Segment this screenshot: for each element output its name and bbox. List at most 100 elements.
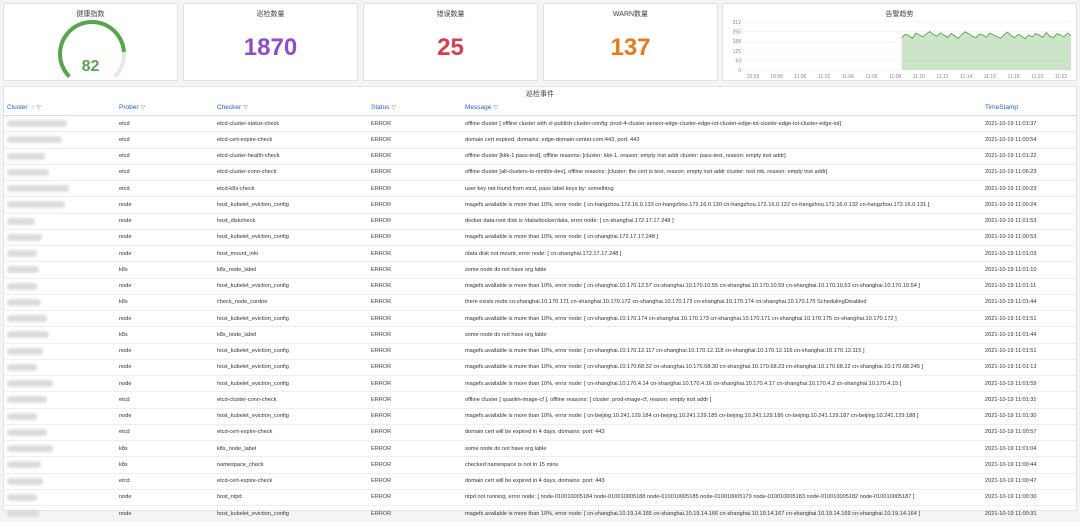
redacted-cluster-name	[7, 396, 47, 404]
table-row[interactable]: node host_kubelet_eviction_config ERROR mag…	[4, 375, 1076, 393]
cluster-cell	[4, 424, 116, 442]
prober-cell: k8s	[116, 326, 214, 344]
message-cell: magefs.available is more than 10%, error…	[462, 196, 982, 214]
table-row[interactable]: node host_kubelet_eviction_config ERROR mag…	[4, 229, 1076, 247]
filter-icon[interactable]: ▽	[36, 105, 41, 111]
cluster-cell	[4, 343, 116, 360]
timestamp-cell: 2021-10-19 11:00:23	[982, 180, 1076, 198]
col-message[interactable]: Message ▽	[462, 99, 982, 116]
message-cell: magefs.available is more than 10%, error…	[462, 278, 982, 295]
checker-cell: k8s_node_label	[214, 261, 368, 279]
timestamp-cell: 2021-10-19 11:06:23	[982, 164, 1076, 182]
checker-cell: host_kubelet_eviction_config	[214, 408, 368, 425]
probe-count-title: 巡检数量	[256, 11, 285, 18]
table-row[interactable]: node host_diskcheck ERROR docker data-root …	[4, 213, 1076, 230]
x-tick-label: 11:14	[960, 74, 972, 80]
table-row[interactable]: etcd etcd-cert-expire-check ERROR domain ce…	[4, 473, 1076, 490]
status-cell: ERROR	[368, 294, 462, 312]
prober-cell: node	[116, 213, 214, 230]
timestamp-cell: 2021-10-19 11:01:53	[982, 213, 1076, 230]
checker-cell: host_kubelet_eviction_config	[214, 359, 368, 377]
table-row[interactable]: node host_kubelet_eviction_config ERROR mag…	[4, 310, 1076, 328]
prober-cell: k8s	[116, 294, 214, 312]
prober-cell: etcd	[116, 391, 214, 409]
y-tick-label: 0	[738, 68, 741, 74]
redacted-cluster-name	[7, 185, 69, 193]
message-cell: /data disk not mount, error node: [ cn-s…	[462, 245, 982, 263]
redacted-cluster-name	[7, 477, 43, 485]
timestamp-cell: 2021-10-19 11:01:13	[982, 359, 1076, 377]
table-row[interactable]: k8s k8s_node_label ERROR some node do not h…	[4, 261, 1076, 279]
sort-asc-icon[interactable]: ↑	[31, 105, 34, 111]
timestamp-cell: 2021-10-19 11:01:04	[982, 440, 1076, 458]
prober-cell: etcd	[116, 115, 214, 133]
redacted-cluster-name	[7, 120, 67, 128]
status-cell: ERROR	[368, 343, 462, 360]
table-row[interactable]: etcd etcd-cluster-conn-check ERROR offline …	[4, 164, 1076, 182]
y-tick-label: 312	[733, 20, 742, 26]
table-row[interactable]: node host_kubelet_eviction_config ERROR mag…	[4, 343, 1076, 360]
table-row[interactable]: etcd etcd-cluster-health-check ERROR offlin…	[4, 148, 1076, 165]
col-timestamp[interactable]: TimeStamp	[982, 99, 1076, 116]
message-cell: magefs.available is more than 10%, error…	[462, 343, 982, 360]
x-tick-label: 11:08	[889, 74, 901, 80]
table-row[interactable]: node host_mount_info ERROR/data disk not m…	[4, 245, 1076, 263]
checker-cell: k8s_node_label	[214, 326, 368, 344]
probe-count-card: 巡检数量 1870	[183, 3, 358, 81]
table-row[interactable]: etcd etcd-k8s-check ERROR user key not foun…	[4, 180, 1076, 198]
filter-icon[interactable]: ▽	[141, 105, 146, 111]
message-cell: docker data-root disk is /data/docker/da…	[462, 213, 982, 230]
table-row[interactable]: k8s namespace_check ERROR checked namespace…	[4, 456, 1076, 474]
col-prober[interactable]: Prober ▽	[116, 99, 214, 116]
health-index-card: 健康指数 82	[3, 3, 178, 81]
table-row[interactable]: etcd etcd-cert-expire-check ERROR domain ce…	[4, 424, 1076, 442]
col-checker[interactable]: Checker ▽	[214, 99, 368, 116]
table-row[interactable]: etcd etcd-cert-expire-check ERROR domain ce…	[4, 131, 1076, 149]
timestamp-cell: 2021-10-19 11:00:47	[982, 473, 1076, 490]
redacted-cluster-name	[7, 412, 37, 420]
filter-icon[interactable]: ▽	[243, 105, 248, 111]
table-row[interactable]: node host_kubelet_eviction_config ERROR mag…	[4, 408, 1076, 425]
table-row[interactable]: node host_ntpd ERROR ntpd not running, erro…	[4, 489, 1076, 507]
checker-cell: etcd-cert-expire-check	[214, 424, 368, 442]
redacted-cluster-name	[7, 363, 37, 371]
checker-cell: namespace_check	[214, 456, 368, 474]
status-cell: ERROR	[368, 245, 462, 263]
checker-cell: etcd-cert-expire-check	[214, 473, 368, 490]
table-row[interactable]: k8s k8s_node_label ERROR some node do not h…	[4, 326, 1076, 344]
timestamp-cell: 2021-10-19 11:01:03	[982, 245, 1076, 263]
table-row[interactable]: node host_kubelet_eviction_config ERROR mag…	[4, 359, 1076, 377]
cluster-cell	[4, 456, 116, 474]
timestamp-cell: 2021-10-19 11:01:44	[982, 294, 1076, 312]
table-row[interactable]: node host_kubelet_eviction_config ERROR mag…	[4, 196, 1076, 214]
x-tick-label: 11:22	[1055, 74, 1067, 80]
error-count-card: 错误数量 25	[363, 3, 538, 81]
table-row[interactable]: etcd etcd-cluster-conn-check ERROR offline …	[4, 391, 1076, 409]
table-row[interactable]: k8s check_node_cordon ERROR there exists no…	[4, 294, 1076, 312]
timestamp-cell: 2021-10-19 11:00:53	[982, 229, 1076, 247]
filter-icon[interactable]: ▽	[493, 105, 498, 111]
x-tick-label: 11:12	[936, 74, 948, 80]
table-row[interactable]: k8s k8s_node_label ERROR some node do not h…	[4, 440, 1076, 458]
col-cluster[interactable]: Cluster ↑ ▽	[4, 99, 116, 116]
error-count-value: 25	[437, 34, 464, 61]
redacted-cluster-name	[7, 233, 42, 241]
y-tick-label: 250	[733, 30, 742, 36]
redacted-cluster-name	[7, 331, 49, 339]
message-cell: user key not found from etcd, pass label…	[462, 180, 982, 198]
x-tick-label: 11:20	[1031, 74, 1043, 80]
status-cell: ERROR	[368, 489, 462, 507]
message-cell: domain cert will be expired in 4 days, d…	[462, 424, 982, 442]
cluster-cell	[4, 278, 116, 295]
status-cell: ERROR	[368, 391, 462, 409]
table-row[interactable]: etcd etcd-cluster-status-check ERROR offlin…	[4, 115, 1076, 133]
message-cell: ntpd not running, error node: [ node-010…	[462, 489, 982, 507]
redacted-cluster-name	[7, 250, 37, 258]
col-status[interactable]: Status ▽	[368, 99, 462, 116]
cluster-cell	[4, 131, 116, 149]
timestamp-cell: 2021-10-19 11:00:30	[982, 489, 1076, 507]
checker-cell: etcd-cluster-conn-check	[214, 391, 368, 409]
prober-cell: node	[116, 343, 214, 360]
table-row[interactable]: node host_kubelet_eviction_config ERROR mag…	[4, 278, 1076, 295]
filter-icon[interactable]: ▽	[391, 105, 396, 111]
